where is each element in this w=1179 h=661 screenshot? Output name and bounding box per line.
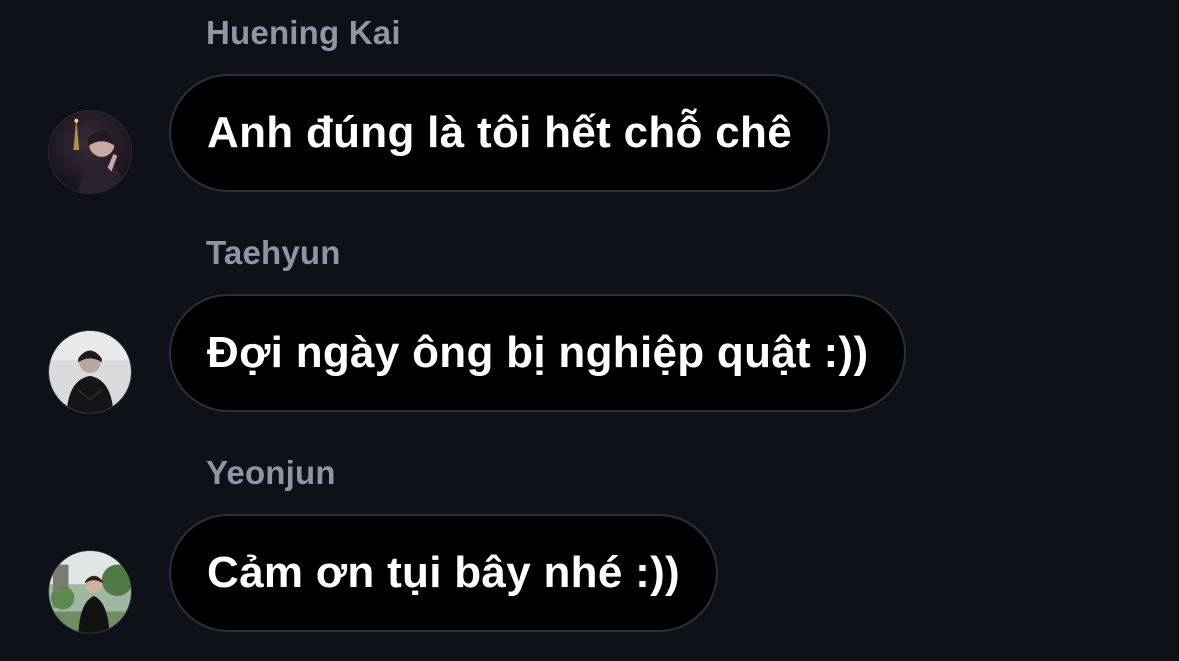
sender-name[interactable]: Huening Kai — [206, 14, 401, 52]
avatar-photo-outdoor-park-icon — [49, 551, 131, 633]
message-bubble[interactable]: Cảm ơn tụi bây nhé :)) — [169, 514, 719, 632]
message-text: Cảm ơn tụi bây nhé :)) — [207, 548, 681, 597]
message-bubble[interactable]: Đợi ngày ông bị nghiệp quật :)) — [169, 294, 907, 412]
avatar[interactable] — [48, 330, 132, 414]
sender-name[interactable]: Yeonjun — [206, 454, 336, 492]
avatar-photo-night-city-icon — [49, 111, 131, 193]
avatar[interactable] — [48, 550, 132, 634]
avatar-photo-grey-portrait-icon — [49, 331, 131, 413]
message-group-huening-kai: Huening Kai Anh đúng là tôi hết chỗ chê — [0, 14, 1179, 204]
message-text: Anh đúng là tôi hết chỗ chê — [207, 108, 792, 157]
message-text: Đợi ngày ông bị nghiệp quật :)) — [207, 328, 869, 377]
avatar[interactable] — [48, 110, 132, 194]
message-group-yeonjun: Yeonjun Cảm ơn tụi bây nhé :)) — [0, 454, 1179, 644]
sender-name[interactable]: Taehyun — [206, 234, 341, 272]
message-group-taehyun: Taehyun Đợi ngày ông bị nghiệp quật :)) — [0, 234, 1179, 424]
message-bubble[interactable]: Anh đúng là tôi hết chỗ chê — [169, 74, 830, 192]
